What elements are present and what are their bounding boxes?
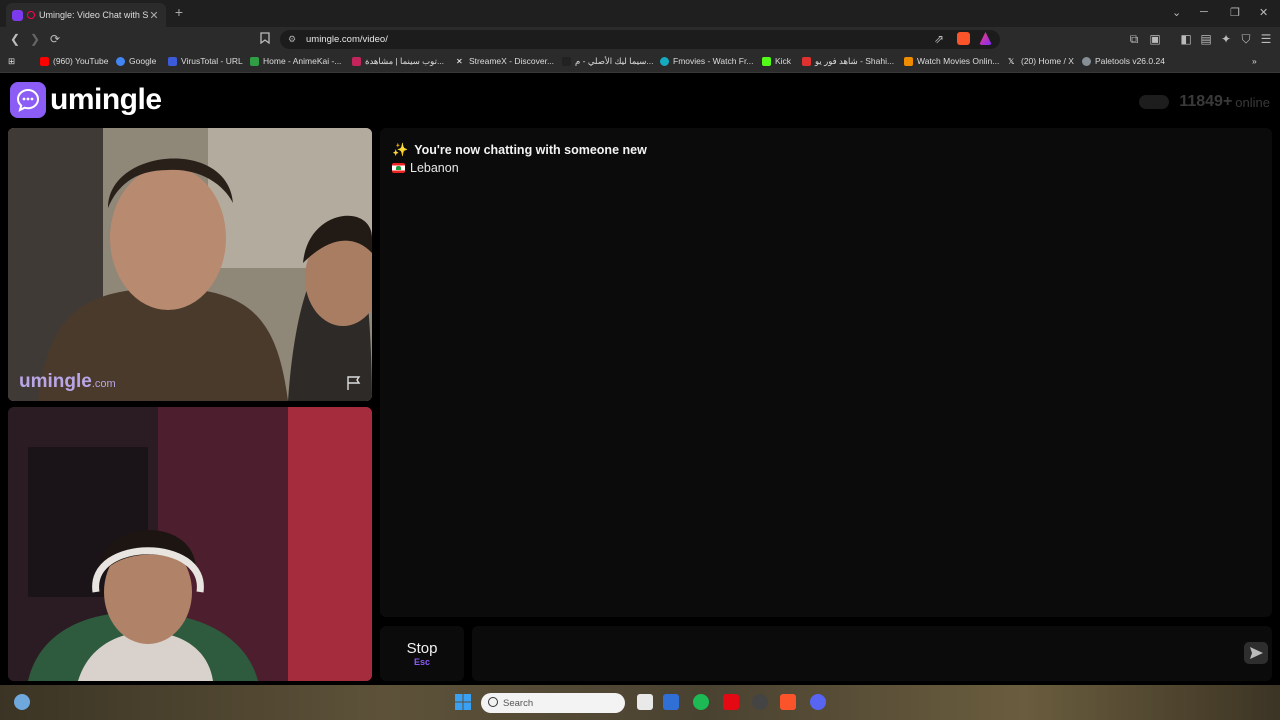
- chat-panel: ✨ You're now chatting with someone new L…: [380, 128, 1272, 617]
- stranger-video: umingle.com: [8, 128, 372, 401]
- online-label: online: [1235, 94, 1270, 110]
- url-text: umingle.com/video/: [306, 34, 388, 45]
- chat-status-message: ✨ You're now chatting with someone new: [392, 142, 647, 157]
- self-video: [8, 407, 372, 681]
- brave-shields-icon[interactable]: [957, 32, 970, 45]
- online-count: 11849+: [1179, 93, 1233, 110]
- theme-toggle[interactable]: [1139, 95, 1170, 109]
- new-tab-button[interactable]: +: [172, 5, 186, 19]
- bookmark-x-home[interactable]: 𝕏 (20) Home / X: [1008, 56, 1074, 66]
- widgets-icon[interactable]: [14, 694, 30, 710]
- minimize-button[interactable]: ─: [1200, 6, 1208, 18]
- task-view-icon[interactable]: [637, 694, 653, 710]
- site-info-icon[interactable]: ⚙: [288, 34, 298, 44]
- lebanon-flag-icon: [392, 163, 405, 173]
- bookmark-watch-movies[interactable]: Watch Movies Onlin...: [904, 56, 999, 66]
- more-bookmarks-icon[interactable]: »: [1252, 56, 1257, 66]
- start-button[interactable]: [455, 694, 471, 710]
- back-button[interactable]: ❮: [8, 32, 22, 46]
- sparkles-icon: ✨: [392, 142, 409, 157]
- wallet-icon[interactable]: ▤: [1199, 32, 1213, 46]
- bookmark-icon[interactable]: [258, 32, 272, 46]
- umingle-favicon-icon: [12, 9, 23, 21]
- bookmark-cimalek[interactable]: سيما ليك الأصلي - م...: [562, 56, 653, 67]
- bookmark-youtube[interactable]: (960) YouTube: [40, 56, 108, 66]
- recording-indicator-icon: [27, 11, 35, 19]
- umingle-logo[interactable]: umingle: [10, 82, 162, 118]
- online-counter: 11849+ online: [1139, 93, 1270, 111]
- sidebar-icon[interactable]: ◧: [1179, 32, 1193, 46]
- bookmarks-bar: ⊞ (960) YouTube Google VirusTotal - URL …: [0, 52, 1280, 73]
- bookmark-fmovies[interactable]: Fmovies - Watch Fr...: [660, 56, 753, 66]
- share-icon[interactable]: ⇗: [932, 32, 946, 46]
- restore-button[interactable]: ❐: [1230, 6, 1240, 19]
- browser-toolbar: ❮ ❯ ⟳ ⚙ umingle.com/video/ ⇗ ⧉ ▣ ◧ ▤ ✦ ⛉…: [0, 27, 1280, 52]
- vpn-shield-icon[interactable]: ⛉: [1239, 32, 1253, 46]
- bookmark-paletools[interactable]: Paletools v26.0.24: [1082, 56, 1165, 66]
- umingle-page: umingle 11849+ online umingle.com ✨ You'…: [0, 73, 1280, 685]
- spotify-icon[interactable]: [693, 694, 709, 710]
- tab-title: Umingle: Video Chat with Strangers: [39, 10, 148, 20]
- stop-label: Stop: [406, 640, 438, 657]
- address-bar[interactable]: ⚙ umingle.com/video/: [280, 30, 1000, 49]
- screenshot-icon[interactable]: ▣: [1148, 32, 1162, 46]
- chat-bubble-logo-icon: [10, 82, 46, 118]
- search-icon: [488, 697, 498, 707]
- stranger-country: Lebanon: [392, 161, 459, 175]
- tab-search-chevron-icon[interactable]: ⌄: [1172, 6, 1181, 19]
- browser-tab-bar: Umingle: Video Chat with Strangers ✕ + ⌄…: [0, 0, 1280, 27]
- leo-ai-icon[interactable]: ✦: [1219, 32, 1233, 46]
- message-input[interactable]: [472, 626, 1272, 681]
- tab-close-icon[interactable]: ✕: [148, 9, 160, 22]
- self-video-feed: [8, 407, 372, 681]
- netflix-icon[interactable]: [723, 694, 739, 710]
- bookmark-animekai[interactable]: Home - AnimeKai -...: [250, 56, 341, 66]
- browser-tab-umingle[interactable]: Umingle: Video Chat with Strangers ✕: [6, 3, 166, 27]
- logo-text: umingle: [50, 83, 162, 116]
- forward-button[interactable]: ❯: [28, 32, 42, 46]
- taskbar-search[interactable]: Search: [481, 693, 625, 713]
- bookmark-shahid[interactable]: شاهد فور يو - Shahi...: [802, 56, 894, 67]
- apps-grid-icon[interactable]: ⊞: [8, 56, 15, 67]
- menu-icon[interactable]: ☰: [1259, 32, 1273, 46]
- stranger-video-feed: [8, 128, 372, 401]
- stop-shortcut: Esc: [413, 657, 430, 667]
- bookmark-topcinema[interactable]: توب سينما | مشاهدة...: [352, 56, 444, 67]
- report-flag-icon[interactable]: [346, 375, 362, 391]
- bookmark-google[interactable]: Google: [116, 56, 156, 66]
- reload-button[interactable]: ⟳: [48, 32, 62, 46]
- stop-button[interactable]: Stop Esc: [380, 626, 464, 681]
- windows-taskbar: Search: [0, 685, 1280, 720]
- file-explorer-icon[interactable]: [663, 694, 679, 710]
- bookmark-streamex[interactable]: ✕ StreameX - Discover...: [456, 56, 554, 66]
- bookmark-virustotal[interactable]: VirusTotal - URL: [168, 56, 243, 66]
- bookmark-kick[interactable]: Kick: [762, 56, 791, 66]
- steam-icon[interactable]: [752, 694, 768, 710]
- brave-browser-icon[interactable]: [780, 694, 796, 710]
- send-arrow-icon: [1250, 647, 1263, 659]
- send-button[interactable]: [1244, 642, 1268, 664]
- close-window-button[interactable]: ✕: [1259, 6, 1268, 19]
- discord-icon[interactable]: [810, 694, 826, 710]
- extensions-icon[interactable]: ⧉: [1127, 32, 1141, 46]
- umingle-watermark: umingle.com: [19, 371, 116, 392]
